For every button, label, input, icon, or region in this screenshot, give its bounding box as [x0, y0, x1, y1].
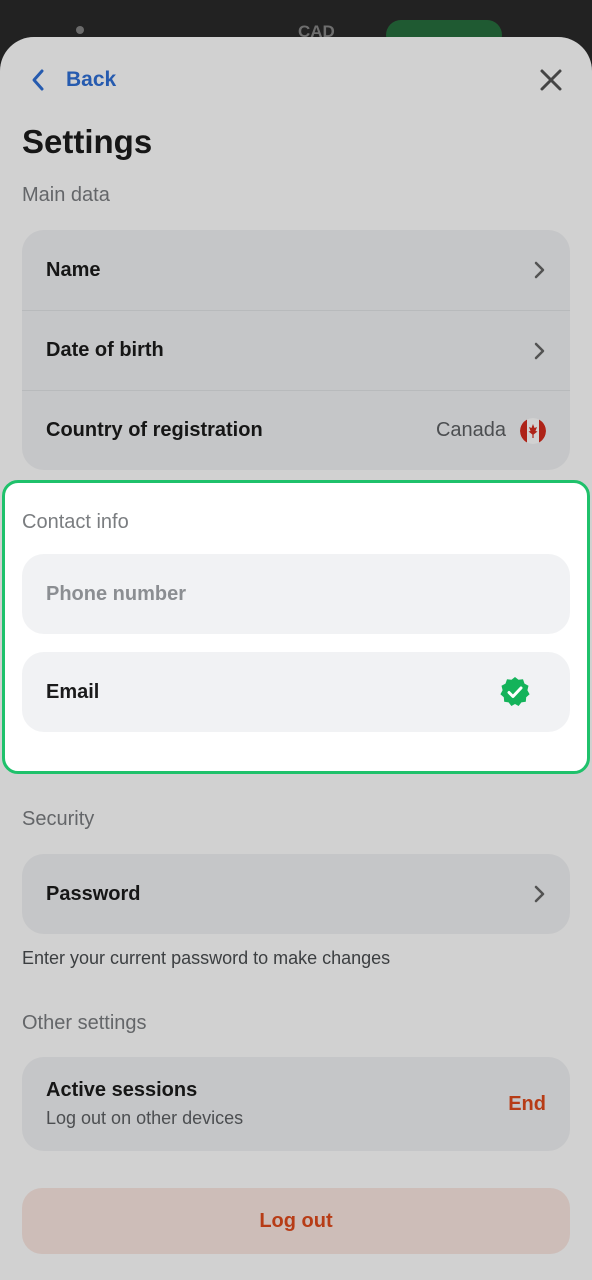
country-value: Canada: [435, 419, 506, 441]
phone-number-field[interactable]: Phone number: [22, 554, 570, 634]
settings-sheet: Back Settings Main data Name Date of bir…: [0, 37, 592, 1280]
page-title: Settings: [22, 123, 153, 160]
password-label: Password: [46, 882, 141, 905]
verified-check-icon: [500, 677, 530, 706]
logout-button[interactable]: Log out: [22, 1188, 570, 1254]
background-dot: [76, 26, 84, 34]
other-settings-card: Active sessions Log out on other devices…: [22, 1057, 570, 1151]
country-row: Country of registration Canada: [22, 390, 570, 470]
date-of-birth-row[interactable]: Date of birth: [22, 310, 570, 390]
close-icon[interactable]: [538, 67, 564, 93]
password-hint: Enter your current password to make chan…: [22, 948, 391, 968]
main-data-label: Main data: [22, 184, 110, 206]
chevron-right-icon: [534, 261, 545, 279]
password-row[interactable]: Password: [22, 854, 570, 934]
end-sessions-button[interactable]: End: [508, 1093, 546, 1116]
chevron-right-icon: [534, 885, 545, 903]
security-card: Password: [22, 854, 570, 934]
email-label: Email: [46, 680, 100, 703]
active-sessions-title: Active sessions: [46, 1079, 198, 1101]
active-sessions-text: Active sessions Log out on other devices: [46, 1079, 508, 1129]
active-sessions-subtitle: Log out on other devices: [46, 1108, 244, 1128]
date-of-birth-label: Date of birth: [46, 339, 164, 361]
active-sessions-row: Active sessions Log out on other devices…: [22, 1057, 570, 1151]
chevron-right-icon: [534, 342, 545, 359]
phone-number-placeholder: Phone number: [46, 582, 187, 605]
country-label: Country of registration: [46, 419, 263, 441]
contact-info-label: Contact info: [22, 511, 129, 533]
canada-flag-icon: [520, 417, 546, 444]
security-label: Security: [22, 808, 95, 830]
email-row[interactable]: Email: [22, 652, 570, 732]
name-label: Name: [46, 258, 101, 281]
chevron-left-icon: [32, 69, 44, 91]
back-button[interactable]: Back: [30, 67, 116, 93]
contact-info-highlight: Contact info Phone number Email: [2, 480, 590, 774]
back-label: Back: [66, 68, 117, 91]
main-data-card: Name Date of birth Country of registrati…: [22, 230, 570, 470]
name-row[interactable]: Name: [22, 230, 570, 310]
other-settings-label: Other settings: [22, 1012, 147, 1034]
